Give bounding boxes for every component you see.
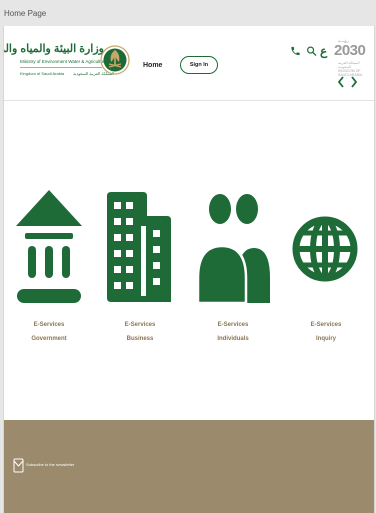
service-label-line1: E-Services — [310, 322, 342, 328]
window-title: Home Page — [4, 9, 47, 18]
nav-home-link[interactable]: Home — [143, 62, 162, 69]
service-label-line1: E-Services — [33, 322, 65, 328]
language-toggle[interactable]: ع — [320, 44, 327, 58]
individuals-icon — [196, 194, 270, 305]
newsletter-subscribe-link[interactable]: Subscribe to the newsletter — [26, 462, 74, 467]
government-building-icon — [16, 190, 82, 303]
business-building-icon — [107, 192, 171, 302]
search-icon[interactable] — [306, 45, 317, 57]
service-label-line2: Government — [31, 336, 67, 342]
page-frame: وزارة البيئة والمياه والزراعة Ministry o… — [3, 26, 375, 513]
service-business[interactable]: E-Services Business — [101, 186, 179, 356]
service-label-line2: Individuals — [217, 336, 249, 342]
kingdom-label-english: Kingdom of Saudi Arabia — [20, 71, 65, 76]
service-individuals[interactable]: E-Services Individuals — [194, 186, 272, 356]
kingdom-label: Kingdom of Saudi Arabia المملكة العربية … — [20, 71, 114, 76]
service-label-line2: Business — [126, 336, 154, 342]
ministry-name-english[interactable]: Ministry of Environment Water & Agricult… — [20, 59, 107, 64]
ministry-name-arabic[interactable]: وزارة البيئة والمياه والزراعة — [4, 42, 104, 55]
mail-icon[interactable] — [13, 458, 24, 473]
site-footer: Subscribe to the newsletter — [4, 420, 374, 513]
ministry-emblem-icon[interactable] — [100, 40, 130, 80]
site-header: وزارة البيئة والمياه والزراعة Ministry o… — [4, 26, 374, 101]
vision-2030-subtitle: المملكة العربية السعودية KINGDOM OF SAUD… — [338, 61, 363, 77]
service-government[interactable]: E-Services Government — [10, 186, 88, 356]
window-titlebar: Home Page — [0, 0, 376, 26]
logo-divider — [20, 67, 102, 68]
service-label-line1: E-Services — [124, 322, 156, 328]
service-label-line1: E-Services — [217, 322, 249, 328]
sign-in-button[interactable]: Sign In — [180, 56, 218, 74]
chevron-left-icon[interactable] — [337, 76, 345, 88]
phone-icon[interactable] — [290, 45, 301, 57]
globe-icon — [292, 216, 358, 282]
service-inquiry[interactable]: E-Services Inquiry — [287, 186, 365, 356]
vision-2030-logo: 2030 — [334, 42, 366, 59]
service-label-line2: Inquiry — [315, 336, 336, 342]
chevron-right-icon[interactable] — [350, 76, 358, 88]
